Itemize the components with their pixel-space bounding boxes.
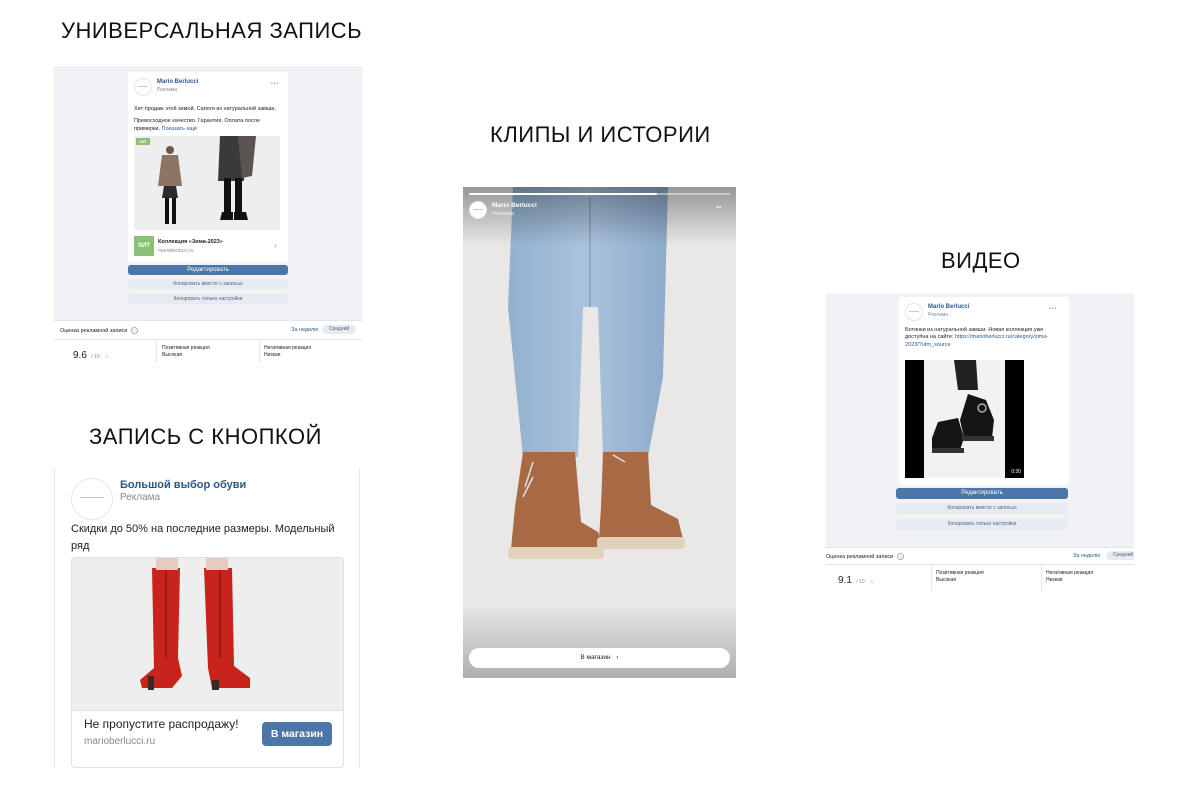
average-pill[interactable]: Средний [322, 325, 356, 334]
rating-label: Оценка рекламной записи ? [60, 327, 138, 334]
post-text-line: доступна на сайте: https://marioberlucci… [905, 334, 1049, 348]
story-ad-label: Реклама [492, 211, 515, 217]
section-title-button-post: ЗАПИСЬ С КНОПКОЙ [89, 424, 322, 449]
period-link[interactable]: За неделю [291, 327, 318, 333]
score: 9.1 / 10 ♨ [838, 570, 875, 588]
divider [72, 710, 343, 711]
divider [156, 339, 157, 363]
section-title-clips: КЛИПЫ И ИСТОРИИ [490, 122, 711, 147]
author-avatar[interactable] [134, 78, 152, 96]
post-text-line: примерки. Показать ещё [134, 125, 198, 132]
shop-button-label: В магазин [580, 654, 611, 661]
post-text-line: Превосходное качество. Гарантия. Оплата … [134, 118, 260, 125]
author-avatar[interactable] [71, 478, 113, 520]
help-icon[interactable]: ? [130, 327, 138, 334]
video-duration: 0:30 [1011, 469, 1021, 475]
post-image[interactable]: ХИТ [134, 136, 280, 230]
author-avatar[interactable] [905, 303, 923, 321]
score-value: 9.1 [838, 575, 852, 586]
story-progress [469, 193, 730, 195]
ad-label: Реклама [157, 87, 178, 93]
video-post-panel: Mario Berlucci Реклама ••• Ботинки из на… [826, 293, 1134, 591]
video-player[interactable]: 0:30 [905, 360, 1024, 478]
divider [931, 564, 932, 591]
post-author[interactable]: Mario Berlucci [928, 304, 969, 310]
post-text: Хит продаж этой зимой. Сапоги из натурал… [134, 106, 284, 133]
show-more-link[interactable]: Показать ещё [162, 126, 198, 132]
boots-video-photo [932, 360, 994, 453]
author-avatar[interactable] [469, 201, 487, 219]
story-photo [463, 187, 736, 678]
copy-settings-button[interactable]: Копировать только настройки [896, 519, 1068, 530]
ad-label: Реклама [120, 492, 161, 503]
divider [259, 339, 260, 363]
positive-reaction: Позитивная реакция Высокая [936, 570, 984, 583]
more-dots-icon[interactable]: ••• [716, 205, 721, 211]
post-author[interactable]: Mario Berlucci [157, 79, 198, 85]
score-max: / 10 [91, 354, 100, 360]
average-pill[interactable]: Средний [1106, 551, 1134, 560]
section-title-universal: УНИВЕРСАЛЬНАЯ ЗАПИСЬ [61, 18, 363, 43]
boots-photo [158, 136, 256, 224]
edit-button[interactable]: Редактировать [128, 265, 288, 275]
section-title-video: ВИДЕО [941, 248, 1021, 273]
flame-icon: ♨ [104, 354, 110, 360]
more-dots-icon[interactable]: ••• [1049, 306, 1057, 312]
universal-post-panel: Mario Berlucci Реклама ••• Хит продаж эт… [54, 66, 362, 363]
help-icon[interactable]: ? [896, 553, 904, 560]
red-boots-photo [140, 558, 250, 690]
ad-label: Реклама [928, 312, 949, 318]
copy-settings-button[interactable]: Копировать только настройки [128, 294, 288, 304]
ad-rating-block: Оценка рекламной записи ? За неделю Сред… [826, 547, 1134, 591]
ad-rating-block: Оценка рекламной записи ? За неделю Сред… [54, 320, 362, 363]
divider [54, 339, 362, 340]
copy-with-post-button[interactable]: Копировать вместе с записью [128, 279, 288, 289]
negative-reaction: Негативная реакция Низкая [264, 345, 312, 358]
carousel-thumb[interactable]: ХИТ [134, 236, 154, 256]
post-text-line: Скидки до 50% на последние размеры. Моде… [71, 523, 335, 552]
period-link[interactable]: За неделю [1073, 553, 1100, 559]
carousel-domain: marioberlucci.ru [158, 248, 194, 254]
story-preview[interactable]: Mario Berlucci Реклама ••• В магазин › [463, 187, 736, 678]
rating-label: Оценка рекламной записи ? [826, 553, 904, 560]
snippet-image [72, 558, 343, 710]
score-value: 9.6 [73, 350, 87, 361]
button-post-card: Большой выбор обуви Реклама Скидки до 50… [54, 468, 360, 768]
divider [826, 564, 1134, 565]
post-text-line: Хит продаж этой зимой. Сапоги из натурал… [134, 106, 276, 112]
post-author[interactable]: Большой выбор обуви [120, 479, 246, 491]
score: 9.6 / 10 ♨ [73, 345, 110, 363]
universal-post-card: Mario Berlucci Реклама ••• Хит продаж эт… [128, 72, 288, 262]
positive-reaction: Позитивная реакция Высокая [162, 345, 210, 358]
more-dots-icon[interactable]: ••• [271, 81, 279, 87]
story-progress-fill [469, 193, 657, 195]
edit-button[interactable]: Редактировать [896, 488, 1068, 499]
story-shop-button[interactable]: В магазин › [469, 648, 730, 668]
video-post-card: Mario Berlucci Реклама ••• Ботинки из на… [899, 297, 1069, 485]
carousel-title[interactable]: Коллекция «Зима-2023» [158, 239, 223, 245]
story-author[interactable]: Mario Berlucci [492, 202, 537, 209]
post-text: Ботинки из натуральной замши. Новая колл… [905, 327, 1065, 349]
link-snippet[interactable]: Не пропустите распродажу! marioberlucci.… [71, 557, 344, 768]
divider [1041, 564, 1042, 591]
score-max: / 10 [856, 579, 865, 585]
snippet-domain: marioberlucci.ru [84, 736, 156, 747]
negative-reaction: Негативная реакция Низкая [1046, 570, 1094, 583]
chevron-right-icon[interactable]: › [274, 240, 277, 250]
chevron-right-icon: › [616, 654, 619, 661]
copy-with-post-button[interactable]: Копировать вместе с записью [896, 503, 1068, 514]
video-frame [924, 360, 1005, 478]
shop-button[interactable]: В магазин [262, 722, 332, 746]
snippet-title: Не пропустите распродажу! [84, 717, 239, 731]
flame-icon: ♨ [869, 579, 875, 585]
